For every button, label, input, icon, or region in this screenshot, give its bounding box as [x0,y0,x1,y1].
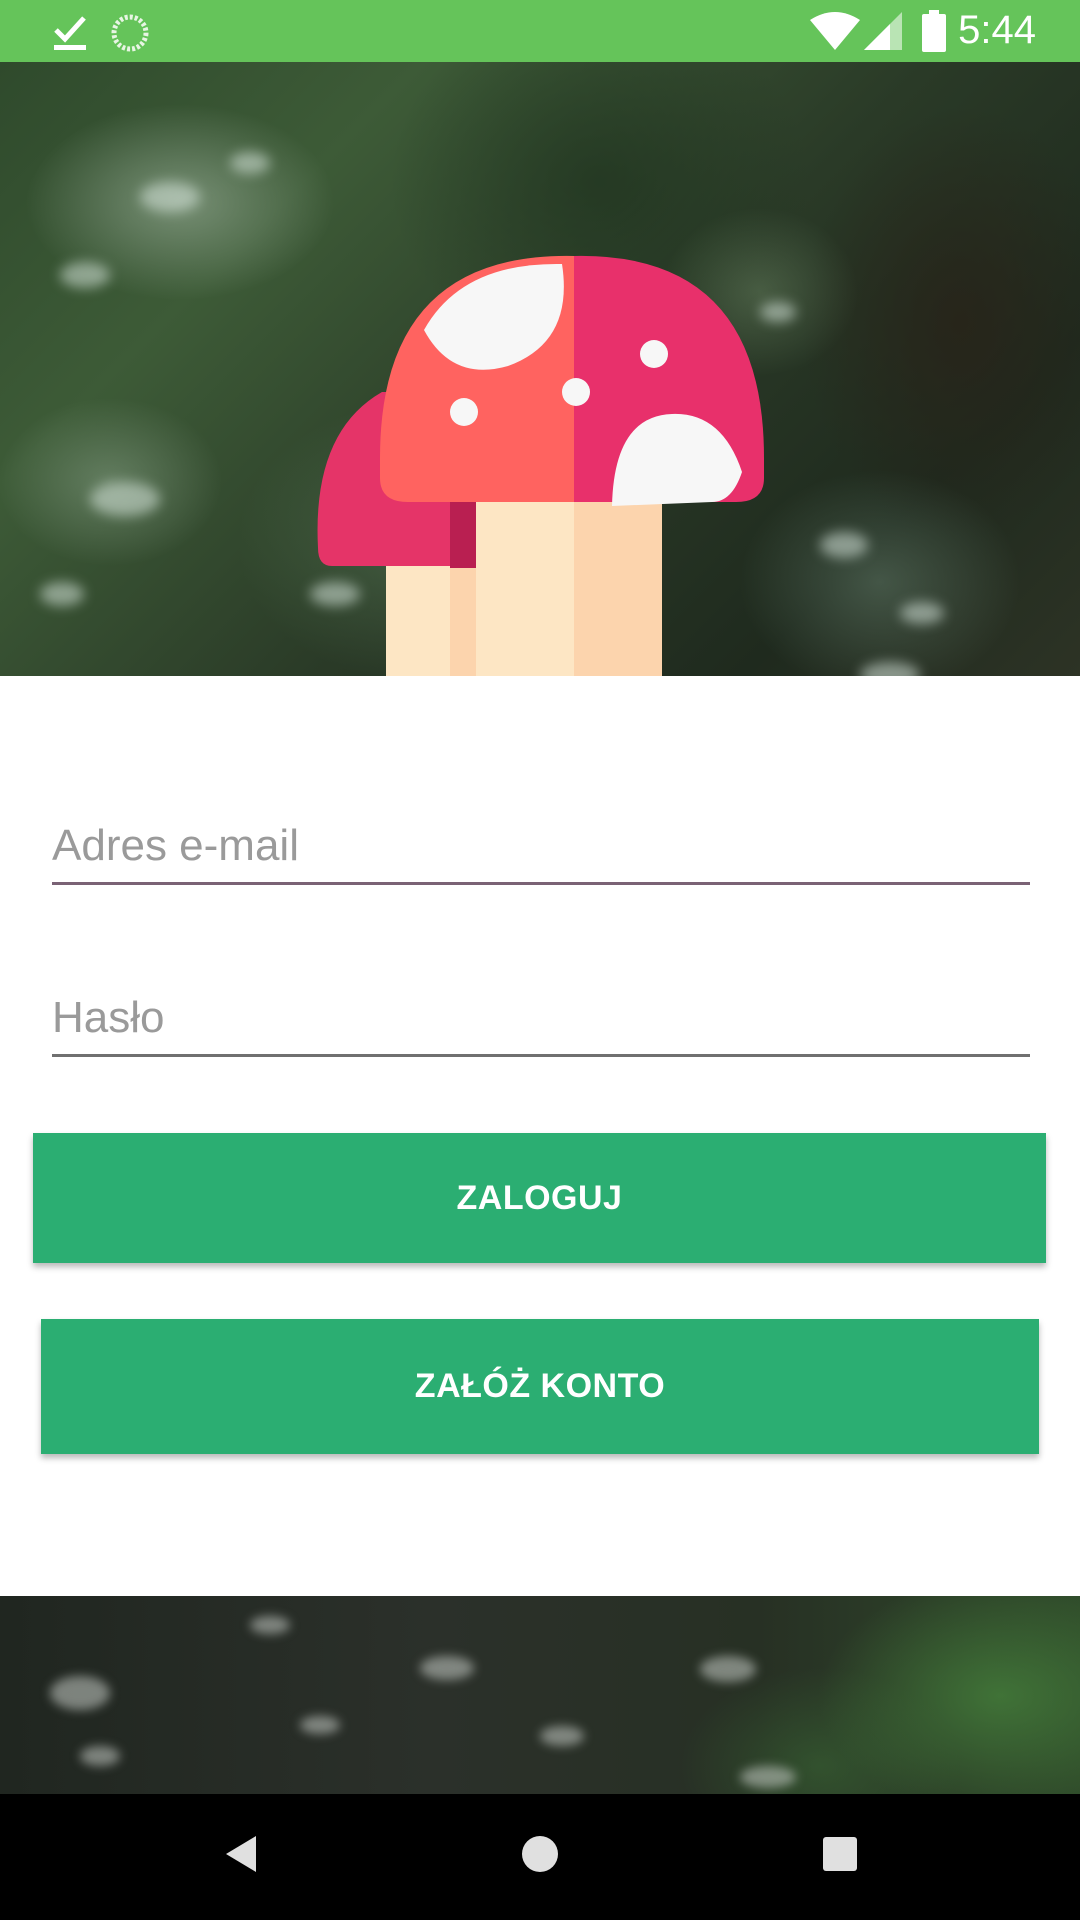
status-time: 5:44 [958,8,1036,52]
create-account-button[interactable]: ZAŁÓŻ KONTO [41,1319,1039,1454]
navigation-bar [0,1794,1080,1920]
battery-icon [922,10,946,57]
status-bar: 5:44 [0,0,1080,62]
mushroom-icon [312,192,772,676]
email-field[interactable] [52,816,1030,885]
password-field[interactable] [52,988,1030,1057]
header-banner [0,62,1080,676]
wifi-icon [810,12,860,55]
download-done-icon [52,12,88,57]
login-screen: 5:44 Adres e-mail ZALOGUJ ZAŁÓŻ KONTO [0,0,1080,1920]
recents-icon[interactable] [820,1832,860,1881]
back-icon[interactable] [222,1832,262,1881]
password-input[interactable] [52,988,1030,1048]
sync-icon [110,13,150,58]
login-button[interactable]: ZALOGUJ [33,1133,1046,1263]
cell-signal-icon [864,12,902,55]
footer-banner [0,1596,1080,1794]
password-underline [52,1054,1030,1057]
email-underline [52,882,1030,885]
home-icon[interactable] [520,1832,560,1881]
email-input[interactable] [52,816,1030,876]
